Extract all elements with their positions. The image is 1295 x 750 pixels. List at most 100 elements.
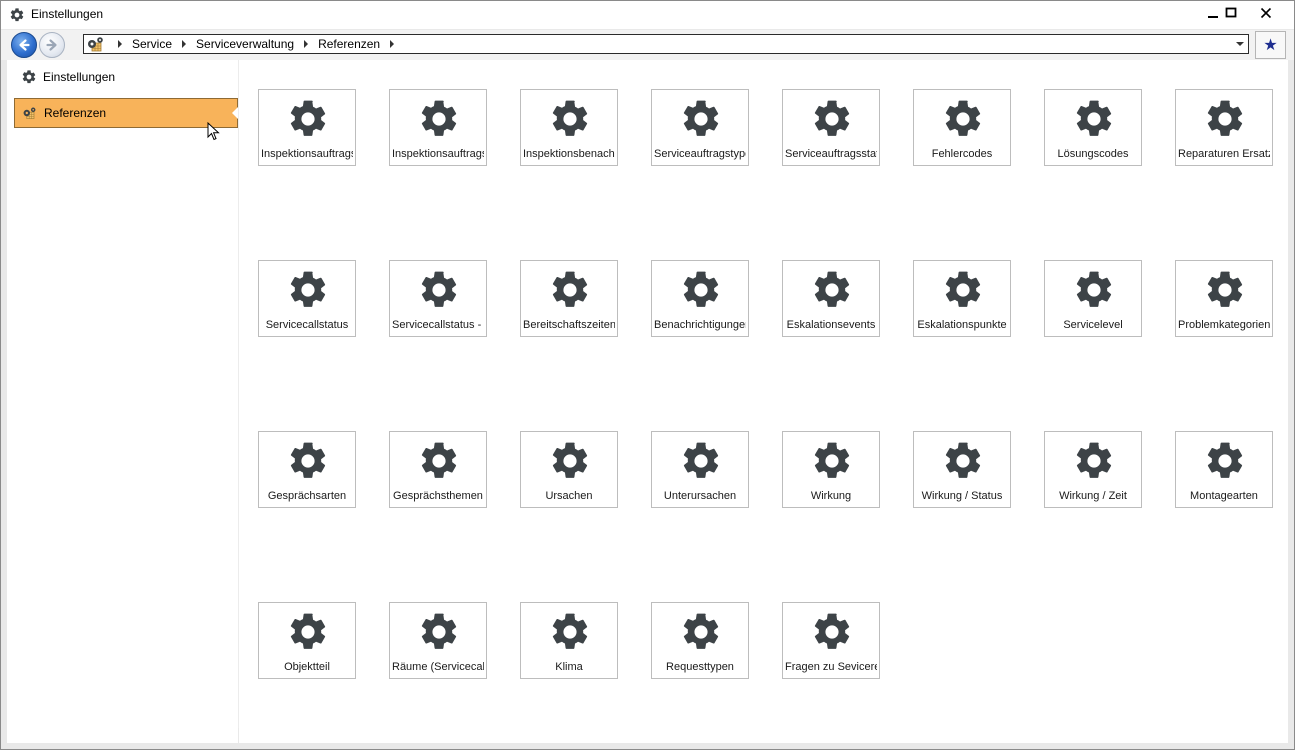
reference-tile[interactable]: Problemkategorien	[1175, 260, 1273, 337]
tile-label: Ursachen	[545, 490, 593, 502]
sidebar-item-label: Einstellungen	[43, 70, 116, 84]
reference-tile[interactable]: Inspektionsbenachr	[520, 89, 618, 166]
back-button[interactable]	[11, 32, 37, 58]
reference-tile[interactable]: Requesttypen	[651, 602, 749, 679]
address-dropdown-button[interactable]	[1234, 35, 1246, 53]
tile-label: Wirkung / Status	[921, 490, 1003, 502]
reference-tile[interactable]: Montagearten	[1175, 431, 1273, 508]
reference-tile[interactable]: Servicecallstatus	[258, 260, 356, 337]
tile-label: Inspektionsbenachr	[523, 148, 615, 160]
gear-icon	[290, 100, 326, 136]
window-title: Einstellungen	[31, 7, 104, 21]
tile-label: Eskalationsevents	[786, 319, 876, 331]
gear-icon	[814, 271, 850, 307]
sidebar-item-einstellungen[interactable]: Einstellungen	[14, 63, 238, 91]
gear-icon	[1076, 271, 1112, 307]
tile-label: Wirkung / Zeit	[1059, 490, 1127, 502]
tile-label: Inspektionsauftrags	[392, 148, 484, 160]
gear-icon	[22, 70, 36, 84]
reference-tile[interactable]: Lösungscodes	[1044, 89, 1142, 166]
reference-tile[interactable]: Serviceauftragstype	[651, 89, 749, 166]
reference-tile[interactable]: Wirkung / Status	[913, 431, 1011, 508]
breadcrumb-separator-icon	[304, 40, 309, 48]
gear-icon	[1076, 442, 1112, 478]
tile-label: Fragen zu Sevicerec	[785, 661, 877, 673]
reference-tile[interactable]: Fragen zu Sevicerec	[782, 602, 880, 679]
reference-tile[interactable]: Reparaturen Ersatz	[1175, 89, 1273, 166]
tile-label: Serviceauftragsstatu	[785, 148, 877, 160]
tile-label: Serviceauftragstype	[654, 148, 746, 160]
breadcrumb-item-referenzen[interactable]: Referenzen	[318, 37, 380, 51]
reference-tile[interactable]: Serviceauftragsstatu	[782, 89, 880, 166]
reference-tile[interactable]: Räume (Servicecall)	[389, 602, 487, 679]
reference-tile[interactable]: Fehlercodes	[913, 89, 1011, 166]
navigation-bar: Service Serviceverwaltung Referenzen ★	[1, 30, 1294, 60]
settings-window: Einstellungen Service Serviceverwaltung …	[0, 0, 1295, 750]
forward-button[interactable]	[39, 32, 65, 58]
sidebar-item-label: Referenzen	[44, 106, 107, 120]
gear-icon	[10, 8, 24, 22]
maximize-button[interactable]	[1214, 1, 1248, 25]
reference-tile[interactable]: Unterursachen	[651, 431, 749, 508]
back-arrow-icon	[19, 39, 30, 51]
gear-icon	[683, 271, 719, 307]
sidebar-item-referenzen[interactable]: Referenzen	[14, 98, 238, 128]
reference-tile[interactable]: Benachrichtigunger	[651, 260, 749, 337]
references-grid: Inspektionsauftrags Inspektionsauftrags In…	[239, 60, 1288, 743]
reference-tile[interactable]: Klima	[520, 602, 618, 679]
reference-tile[interactable]: Gesprächsarten	[258, 431, 356, 508]
reference-tile[interactable]: Inspektionsauftrags	[389, 89, 487, 166]
gear-icon	[290, 271, 326, 307]
reference-tile[interactable]: Wirkung / Zeit	[1044, 431, 1142, 508]
tile-label: Eskalationspunkte	[917, 319, 1007, 331]
forward-arrow-icon	[46, 39, 57, 51]
gear-icon	[814, 613, 850, 649]
tile-label: Klima	[555, 661, 583, 673]
tile-label: Bereitschaftszeiten	[523, 319, 615, 331]
gear-icon	[552, 271, 588, 307]
reference-tile[interactable]: Wirkung	[782, 431, 880, 508]
gear-icon	[945, 100, 981, 136]
reference-tile[interactable]: Inspektionsauftrags	[258, 89, 356, 166]
reference-tile[interactable]: Eskalationsevents	[782, 260, 880, 337]
sidebar: Einstellungen Referenzen	[7, 60, 238, 743]
reference-tile[interactable]: Servicecallstatus - Ä	[389, 260, 487, 337]
tile-label: Servicecallstatus	[265, 319, 349, 331]
reference-tile[interactable]: Ursachen	[520, 431, 618, 508]
close-icon	[1260, 7, 1272, 19]
gear-icon	[421, 271, 457, 307]
references-gear-icon	[23, 107, 36, 119]
reference-tile[interactable]: Gesprächsthemen	[389, 431, 487, 508]
gear-icon	[290, 442, 326, 478]
reference-tile[interactable]: Servicelevel	[1044, 260, 1142, 337]
tile-label: Wirkung	[810, 490, 852, 502]
gear-icon	[945, 442, 981, 478]
breadcrumb: Service Serviceverwaltung Referenzen	[112, 37, 404, 51]
tile-label: Gesprächsarten	[267, 490, 347, 502]
gear-icon	[1076, 100, 1112, 136]
breadcrumb-separator-icon	[118, 40, 122, 48]
reference-tile[interactable]: Objektteil	[258, 602, 356, 679]
tile-label: Räume (Servicecall)	[392, 661, 484, 673]
reference-tile[interactable]: Eskalationspunkte	[913, 260, 1011, 337]
tile-label: Servicecallstatus - Ä	[392, 319, 484, 331]
gear-icon	[814, 100, 850, 136]
favorite-button[interactable]: ★	[1255, 31, 1286, 59]
breadcrumb-item-service[interactable]: Service	[132, 37, 172, 51]
maximize-icon	[1225, 7, 1237, 18]
gear-icon	[814, 442, 850, 478]
gear-icon	[552, 613, 588, 649]
references-gear-icon	[88, 37, 103, 52]
close-button[interactable]	[1249, 1, 1283, 25]
gear-icon	[421, 442, 457, 478]
tile-label: Lösungscodes	[1057, 148, 1129, 160]
tile-label: Benachrichtigunger	[654, 319, 746, 331]
star-icon: ★	[1263, 37, 1278, 54]
gear-icon	[683, 613, 719, 649]
gear-icon	[683, 442, 719, 478]
reference-tile[interactable]: Bereitschaftszeiten	[520, 260, 618, 337]
gear-icon	[421, 613, 457, 649]
breadcrumb-item-serviceverwaltung[interactable]: Serviceverwaltung	[196, 37, 294, 51]
tile-label: Servicelevel	[1063, 319, 1123, 331]
address-bar[interactable]: Service Serviceverwaltung Referenzen	[83, 34, 1249, 54]
